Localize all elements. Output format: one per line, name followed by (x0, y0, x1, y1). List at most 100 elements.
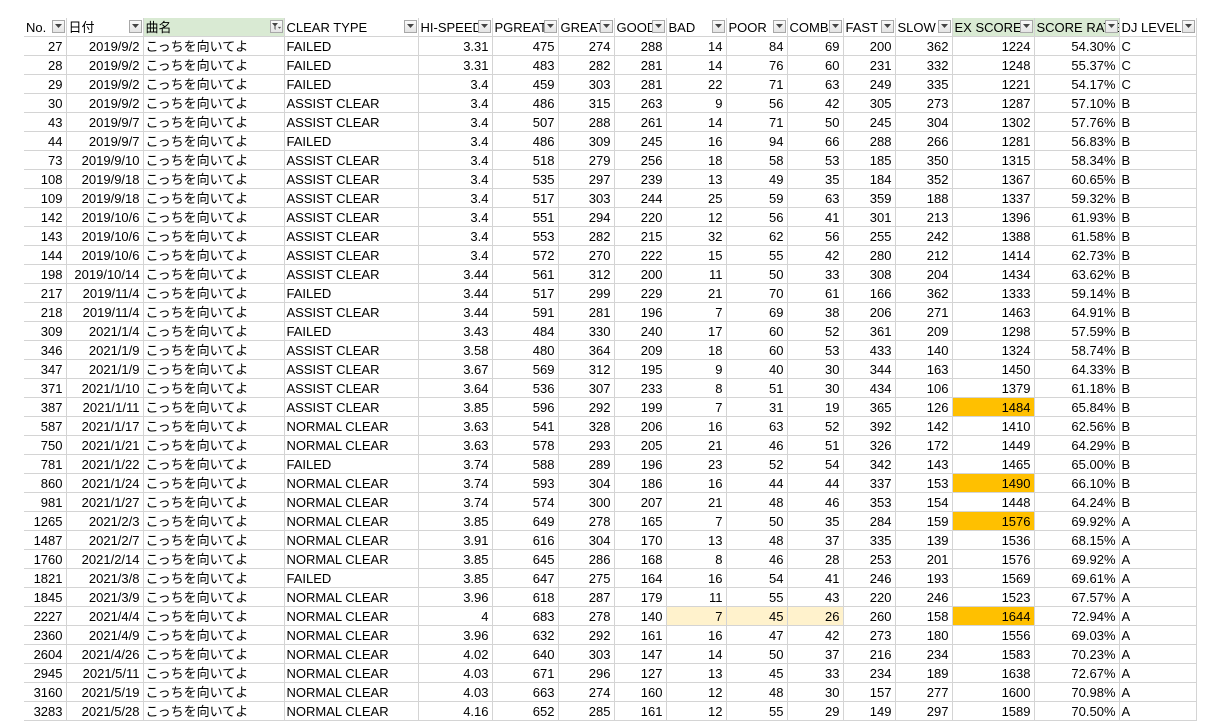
table-cell[interactable]: こっちを向いてよ (143, 169, 285, 189)
table-cell[interactable]: 303 (558, 188, 615, 208)
table-cell[interactable]: 287 (558, 587, 615, 607)
table-cell[interactable]: 8 (666, 549, 727, 569)
table-cell[interactable]: 42 (787, 245, 844, 265)
table-cell[interactable]: 1388 (952, 226, 1035, 246)
table-cell[interactable]: 1569 (952, 568, 1035, 588)
table-cell[interactable]: 3.67 (418, 359, 493, 379)
table-cell[interactable]: 242 (895, 226, 953, 246)
table-cell[interactable]: 63 (787, 74, 844, 94)
table-cell[interactable]: 632 (492, 625, 559, 645)
table-cell[interactable]: 288 (614, 36, 667, 56)
table-cell[interactable]: 62.56% (1034, 416, 1120, 436)
table-cell[interactable]: NORMAL CLEAR (284, 663, 419, 683)
table-cell[interactable]: 312 (558, 264, 615, 284)
table-cell[interactable]: 33 (787, 663, 844, 683)
table-cell[interactable]: B (1119, 150, 1197, 170)
table-cell[interactable]: B (1119, 302, 1197, 322)
table-cell[interactable]: 517 (492, 283, 559, 303)
table-cell[interactable]: 1583 (952, 644, 1035, 664)
table-cell[interactable]: 350 (895, 150, 953, 170)
table-cell[interactable]: 305 (843, 93, 896, 113)
table-cell[interactable]: こっちを向いてよ (143, 492, 285, 512)
table-cell[interactable]: 41 (787, 568, 844, 588)
table-cell[interactable]: 54 (726, 568, 788, 588)
table-cell[interactable]: 59.32% (1034, 188, 1120, 208)
table-cell[interactable]: B (1119, 131, 1197, 151)
table-cell[interactable]: 2019/11/4 (66, 302, 144, 322)
table-cell[interactable]: 2021/4/26 (66, 644, 144, 664)
table-cell[interactable]: 188 (895, 188, 953, 208)
table-cell[interactable]: 301 (843, 207, 896, 227)
table-cell[interactable]: 7 (666, 511, 727, 531)
table-cell[interactable]: 3.4 (418, 74, 493, 94)
table-cell[interactable]: 1448 (952, 492, 1035, 512)
table-cell[interactable]: 218 (24, 302, 67, 322)
filter-dropdown-icon[interactable] (828, 20, 842, 33)
table-cell[interactable]: 33 (787, 264, 844, 284)
table-cell[interactable]: 23 (666, 454, 727, 474)
table-cell[interactable]: 649 (492, 511, 559, 531)
table-cell[interactable]: こっちを向いてよ (143, 55, 285, 75)
table-cell[interactable]: こっちを向いてよ (143, 321, 285, 341)
table-cell[interactable]: 11 (666, 264, 727, 284)
table-cell[interactable]: こっちを向いてよ (143, 625, 285, 645)
table-cell[interactable]: 13 (666, 169, 727, 189)
table-cell[interactable]: 304 (558, 473, 615, 493)
table-cell[interactable]: 69.61% (1034, 568, 1120, 588)
filter-dropdown-icon[interactable] (772, 20, 786, 33)
table-cell[interactable]: 56.83% (1034, 131, 1120, 151)
table-cell[interactable]: 27 (24, 36, 67, 56)
filter-dropdown-icon[interactable] (1181, 20, 1195, 33)
table-cell[interactable]: こっちを向いてよ (143, 74, 285, 94)
table-cell[interactable]: こっちを向いてよ (143, 207, 285, 227)
table-cell[interactable]: 392 (843, 416, 896, 436)
table-cell[interactable]: 640 (492, 644, 559, 664)
table-cell[interactable]: 277 (895, 682, 953, 702)
table-cell[interactable]: 14 (666, 55, 727, 75)
table-cell[interactable]: 483 (492, 55, 559, 75)
table-cell[interactable]: NORMAL CLEAR (284, 530, 419, 550)
table-cell[interactable]: 12 (666, 682, 727, 702)
table-cell[interactable]: 28 (787, 549, 844, 569)
table-cell[interactable]: 1287 (952, 93, 1035, 113)
table-cell[interactable]: 309 (558, 131, 615, 151)
table-cell[interactable]: こっちを向いてよ (143, 549, 285, 569)
table-cell[interactable]: 1324 (952, 340, 1035, 360)
table-cell[interactable]: 50 (726, 511, 788, 531)
table-cell[interactable]: 652 (492, 701, 559, 721)
table-cell[interactable]: A (1119, 663, 1197, 683)
table-cell[interactable]: こっちを向いてよ (143, 302, 285, 322)
table-cell[interactable]: 21 (666, 492, 727, 512)
table-cell[interactable]: こっちを向いてよ (143, 264, 285, 284)
table-cell[interactable]: 30 (787, 682, 844, 702)
table-cell[interactable]: 51 (726, 378, 788, 398)
table-cell[interactable]: FAILED (284, 131, 419, 151)
table-cell[interactable]: こっちを向いてよ (143, 359, 285, 379)
table-cell[interactable]: 281 (558, 302, 615, 322)
table-cell[interactable]: 204 (895, 264, 953, 284)
table-cell[interactable]: 14 (666, 36, 727, 56)
table-cell[interactable]: B (1119, 226, 1197, 246)
table-cell[interactable]: 2019/9/18 (66, 169, 144, 189)
table-cell[interactable]: NORMAL CLEAR (284, 625, 419, 645)
table-cell[interactable]: 569 (492, 359, 559, 379)
table-cell[interactable]: 1465 (952, 454, 1035, 474)
table-cell[interactable]: 353 (843, 492, 896, 512)
table-cell[interactable]: 52 (726, 454, 788, 474)
table-cell[interactable]: 48 (726, 492, 788, 512)
table-cell[interactable]: ASSIST CLEAR (284, 93, 419, 113)
table-cell[interactable]: 63 (726, 416, 788, 436)
table-cell[interactable]: 64.29% (1034, 435, 1120, 455)
table-cell[interactable]: 1556 (952, 625, 1035, 645)
table-cell[interactable]: 53 (787, 340, 844, 360)
column-header[interactable]: GOOD (614, 18, 667, 37)
table-cell[interactable]: 244 (614, 188, 667, 208)
table-cell[interactable]: B (1119, 435, 1197, 455)
table-cell[interactable]: 69.92% (1034, 549, 1120, 569)
table-cell[interactable]: 1379 (952, 378, 1035, 398)
table-cell[interactable]: 43 (24, 112, 67, 132)
table-cell[interactable]: 64.33% (1034, 359, 1120, 379)
table-cell[interactable]: 205 (614, 435, 667, 455)
table-cell[interactable]: 37 (787, 530, 844, 550)
table-cell[interactable]: 54.17% (1034, 74, 1120, 94)
